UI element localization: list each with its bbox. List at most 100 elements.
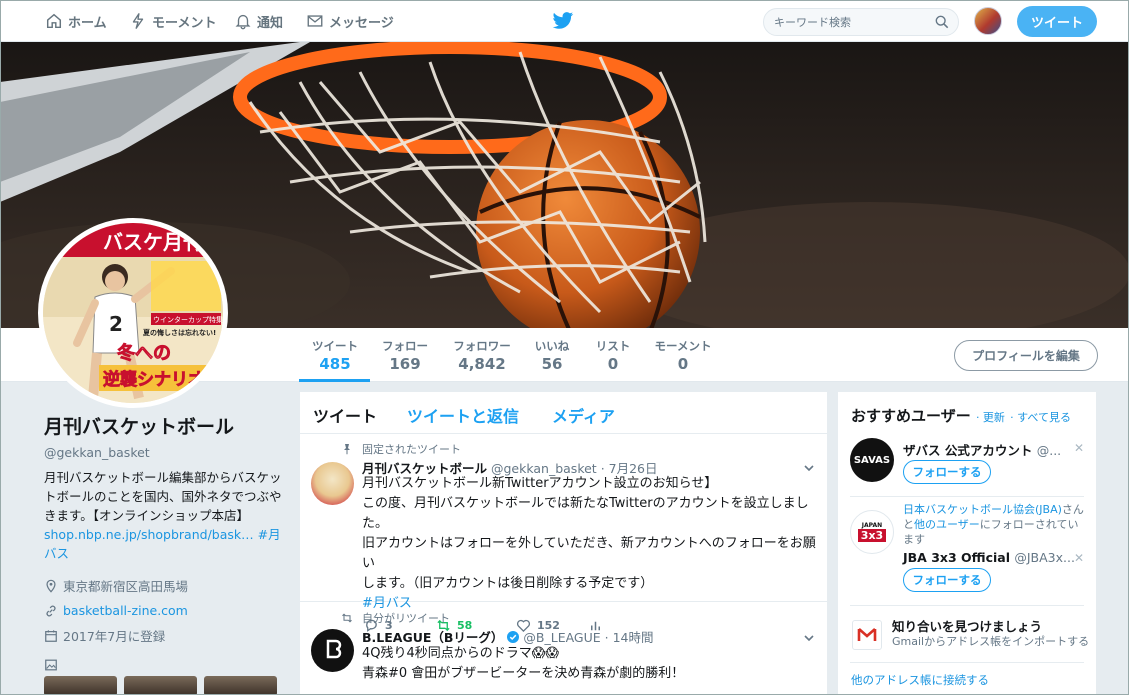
verified-badge-icon <box>507 631 520 643</box>
nav-home[interactable]: ホーム <box>45 0 107 42</box>
link-icon <box>46 605 56 616</box>
search-icon[interactable] <box>935 15 949 29</box>
compose-tweet-button[interactable]: ツイート <box>1017 6 1097 37</box>
stat-likes[interactable]: いいね 56 <box>528 338 576 373</box>
stat-following[interactable]: フォロー 169 <box>377 338 433 373</box>
tweet-avatar[interactable] <box>311 462 354 505</box>
follow-button[interactable]: フォローする <box>903 460 991 484</box>
timeline-tabs: ツイート ツイートと返信 メディア <box>300 392 827 434</box>
who-to-follow-title: おすすめユーザー <box>851 407 971 425</box>
user-handle[interactable]: @JBA3x... <box>1014 550 1075 565</box>
stat-tweets[interactable]: ツイート 485 <box>307 338 363 373</box>
website-link[interactable]: basketball-zine.com <box>63 603 188 618</box>
dismiss-icon[interactable]: ✕ <box>1074 551 1084 565</box>
gmail-icon <box>852 620 882 650</box>
bio-link[interactable]: shop.nbp.ne.jp/shopbrand/bask… <box>44 527 254 542</box>
tab-media[interactable]: メディア <box>552 403 615 427</box>
media-thumbnail[interactable] <box>44 676 117 695</box>
tweet-avatar[interactable] <box>311 629 354 672</box>
tweet-line: 4Q残り4秒同点からのドラマ😱😱 <box>362 644 817 664</box>
user-name-line: JBA 3x3 Official @JBA3x... <box>903 550 1075 565</box>
nav-notifications[interactable]: 通知 <box>234 0 283 42</box>
avatar-cover-sub: 夏の悔しさは忘れない! <box>142 328 216 337</box>
nav-messages-label: メッセージ <box>329 15 394 31</box>
tweet-author-name[interactable]: B.LEAGUE（Bリーグ） <box>362 630 503 645</box>
follow-button[interactable]: フォローする <box>903 568 991 592</box>
tweet-line: 月刊バスケットボール新Twitterアカウント設立のお知らせ】 <box>362 476 718 491</box>
followed-by-context: 日本バスケットボール協会(JBA)さんと他のユーザーにフォローされています <box>903 502 1086 547</box>
image-icon <box>45 659 57 670</box>
tweet-text: 4Q残り4秒同点からのドラマ😱😱 青森#0 會田がブザービーターを決め青森が劇的… <box>362 644 817 684</box>
top-nav: ホーム モーメント 通知 メッセージ ツイート <box>0 0 1129 42</box>
tweet-date[interactable]: · 14時間 <box>605 630 654 645</box>
stat-label: フォロワー <box>453 339 511 353</box>
jba-logo-top: JAPAN <box>861 522 883 529</box>
stat-followers[interactable]: フォロワー 4,842 <box>449 338 515 373</box>
bell-icon <box>235 14 251 30</box>
twitter-bird-icon[interactable] <box>552 11 574 31</box>
chevron-down-icon[interactable] <box>803 632 815 644</box>
stat-value: 56 <box>541 355 563 373</box>
chevron-down-icon[interactable] <box>803 462 815 474</box>
stat-lists[interactable]: リスト 0 <box>589 338 637 373</box>
stat-label: いいね <box>534 339 570 353</box>
profile-joined: 2017年7月に登録 <box>44 623 284 648</box>
tweet-context: 固定されたツイート <box>344 441 461 457</box>
user-name[interactable]: ザバス 公式アカウント <box>903 443 1032 458</box>
divider <box>850 496 1084 497</box>
nav-moments-label: モーメント <box>152 15 217 31</box>
profile-handle[interactable]: @gekkan_basket <box>44 445 284 460</box>
tweet-emoji: 😱😱 <box>531 646 559 661</box>
nav-messages[interactable]: メッセージ <box>306 0 394 42</box>
context-link[interactable]: 日本バスケットボール協会(JBA) <box>903 503 1062 516</box>
profile-avatar[interactable]: バスケ月刊 2 ウインターカップ特集 夏の悔しさは忘れない! 冬への 逆襲シナリ… <box>38 218 228 408</box>
search-input[interactable] <box>764 9 934 35</box>
stat-value: 0 <box>677 355 689 373</box>
nav-home-label: ホーム <box>68 15 107 31</box>
stat-moments[interactable]: モーメント 0 <box>650 338 716 373</box>
context-link-others[interactable]: 他のユーザー <box>914 518 980 531</box>
svg-text:2: 2 <box>109 312 123 336</box>
who-to-follow-header: おすすめユーザー · 更新 · すべて見る <box>851 405 1071 426</box>
nav-moments[interactable]: モーメント <box>129 0 216 42</box>
tweet-line-text: 4Q残り4秒同点からのドラマ <box>362 646 532 661</box>
stat-value: 169 <box>389 355 421 373</box>
user-name[interactable]: JBA 3x3 Official <box>903 550 1010 565</box>
connect-address-book-link[interactable]: 他のアドレス帳に接続する <box>851 672 989 688</box>
dismiss-icon[interactable]: ✕ <box>1074 441 1084 455</box>
retweet-icon <box>342 613 352 623</box>
edit-profile-button[interactable]: プロフィールを編集 <box>954 340 1098 371</box>
user-handle[interactable]: @... <box>1037 443 1061 458</box>
who-to-follow: おすすめユーザー · 更新 · すべて見る SAVAS ザバス 公式アカウント … <box>838 392 1096 695</box>
avatar-cover-headline1: 冬への <box>117 342 171 364</box>
divider <box>850 662 1084 663</box>
nav-notifications-label: 通知 <box>257 15 284 31</box>
calendar-icon <box>45 629 57 642</box>
divider <box>850 605 1084 606</box>
user-avatar[interactable]: JAPAN 3x3 <box>850 510 894 554</box>
stat-value: 0 <box>607 355 619 373</box>
tab-tweets[interactable]: ツイート <box>313 403 377 427</box>
media-thumbnail[interactable] <box>124 676 197 695</box>
tweet-author-handle[interactable]: @B_LEAGUE <box>523 630 600 645</box>
stat-label: モーメント <box>654 339 712 353</box>
find-friends[interactable]: 知り合いを見つけましょう Gmailからアドレス帳をインポートする <box>838 614 1096 664</box>
tweet-item[interactable]: 固定されたツイート 月刊バスケットボール @gekkan_basket · 7月… <box>300 434 827 633</box>
joined-text: 2017年7月に登録 <box>63 629 166 644</box>
stat-label: フォロー <box>382 339 428 353</box>
tweet-line: します。（旧アカウントは後日削除する予定です） <box>362 576 654 591</box>
refresh-link[interactable]: · 更新 <box>976 411 1005 424</box>
tab-tweets-replies[interactable]: ツイートと返信 <box>407 403 519 427</box>
see-all-link[interactable]: · すべて見る <box>1010 411 1071 424</box>
tweet-context-label: 自分がリツイート <box>362 612 450 625</box>
profile-bio: 月刊バスケットボール編集部からバスケットボールのことを国内、国外ネタでつぶやきま… <box>44 468 284 563</box>
account-avatar[interactable] <box>974 7 1002 35</box>
jba-logo-text: 3x3 <box>857 529 887 542</box>
media-thumbnail[interactable] <box>204 676 277 695</box>
profile-website: basketball-zine.com <box>44 598 284 623</box>
bolt-icon <box>132 13 144 29</box>
tweet-item[interactable]: 自分がリツイート B.LEAGUE（Bリーグ） @B_LEAGUE · 14時間… <box>300 602 827 695</box>
user-name-line: ザバス 公式アカウント @... <box>903 440 1061 459</box>
user-avatar[interactable]: SAVAS <box>850 438 894 482</box>
location-pin-icon <box>46 579 56 593</box>
